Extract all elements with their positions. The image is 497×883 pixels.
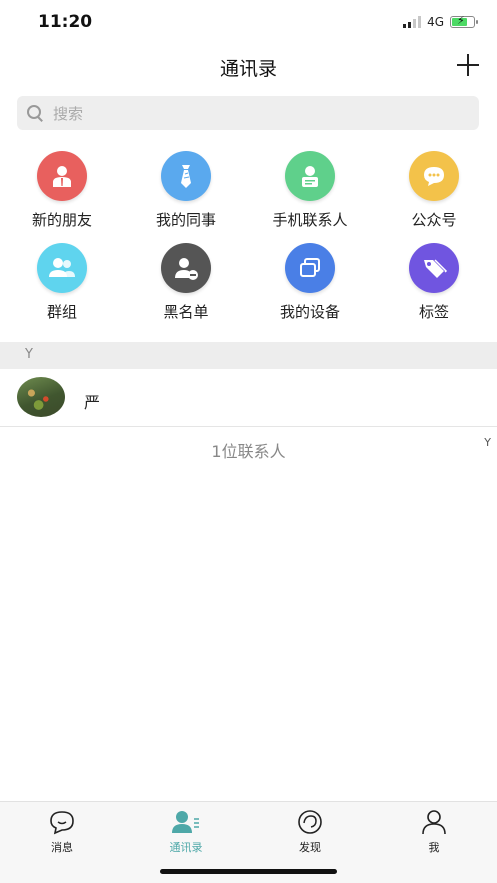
feature-my-devices[interactable]: 我的设备 [248, 238, 372, 322]
tab-label: 发现 [299, 841, 321, 854]
feature-phone-contacts[interactable]: 手机联系人 [248, 146, 372, 230]
feature-label: 新的朋友 [31, 211, 92, 229]
group-icon [37, 243, 87, 293]
tab-messages[interactable]: 消息 [0, 808, 124, 855]
search-input[interactable]: 搜索 [17, 96, 479, 130]
tab-me[interactable]: 我 [372, 808, 496, 855]
search-icon [27, 105, 43, 121]
tie-icon [161, 151, 211, 201]
battery-icon: ⚡ [450, 14, 478, 28]
tab-label: 通讯录 [169, 841, 203, 854]
title-bar: 通讯录 [0, 48, 497, 88]
signal-icon [403, 16, 422, 28]
status-bar: 11:20 4G ⚡ [0, 0, 497, 48]
message-icon [47, 808, 77, 836]
network-type: 4G [427, 15, 444, 29]
contact-name: 严 [84, 393, 101, 412]
status-time: 11:20 [38, 12, 93, 32]
discover-icon [295, 808, 325, 836]
feature-label: 黑名单 [163, 303, 209, 321]
avatar [17, 377, 65, 417]
tab-label: 消息 [51, 841, 73, 854]
feature-blacklist[interactable]: 黑名单 [124, 238, 248, 322]
section-letter: Y [25, 347, 33, 362]
feature-label: 我的同事 [155, 211, 216, 229]
new-friend-icon [37, 151, 87, 201]
search-placeholder: 搜索 [53, 104, 84, 123]
feature-colleagues[interactable]: 我的同事 [124, 146, 248, 230]
status-indicators: 4G ⚡ [403, 14, 478, 29]
feature-label: 手机联系人 [272, 211, 348, 229]
feature-label: 我的设备 [279, 303, 340, 321]
feature-new-friends[interactable]: 新的朋友 [0, 146, 124, 230]
tab-discover[interactable]: 发现 [248, 808, 372, 855]
feature-groups[interactable]: 群组 [0, 238, 124, 322]
contact-row[interactable]: 严 [0, 369, 497, 427]
home-indicator [160, 869, 337, 874]
blocked-user-icon [161, 243, 211, 293]
tab-label: 我 [428, 841, 440, 854]
profile-icon [419, 808, 449, 836]
devices-icon [285, 243, 335, 293]
contacts-count: 1位联系人 [211, 442, 286, 461]
tag-icon [409, 243, 459, 293]
phone-contact-icon [285, 151, 335, 201]
feature-label: 公众号 [411, 211, 457, 229]
feature-label: 群组 [46, 303, 77, 321]
feature-official-accounts[interactable]: 公众号 [372, 146, 496, 230]
feature-label: 标签 [418, 303, 449, 321]
contacts-icon [171, 808, 201, 836]
tab-bar: 消息 通讯录 发现 我 [0, 801, 497, 883]
chat-bubble-icon [409, 151, 459, 201]
feature-tags[interactable]: 标签 [372, 238, 496, 322]
add-icon[interactable] [455, 52, 481, 78]
tab-contacts[interactable]: 通讯录 [124, 808, 248, 855]
page-title: 通讯录 [219, 58, 277, 80]
section-header: Y [0, 342, 497, 369]
contacts-screen: 11:20 4G ⚡ 通讯录 搜索 新的朋友 我的同事 手机联系人 公众号 群组… [0, 0, 497, 883]
